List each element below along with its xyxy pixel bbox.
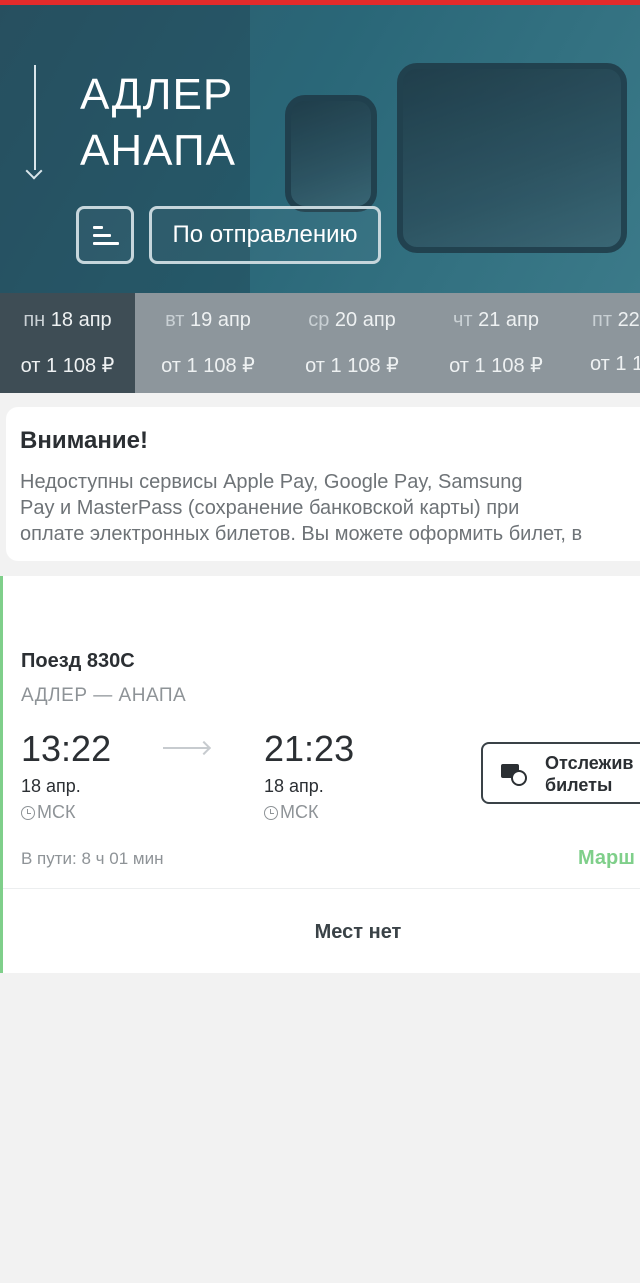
- track-label-line1: Отслежив: [545, 753, 634, 773]
- date-tab-3[interactable]: чт 21 апр от 1 108 ₽: [424, 293, 568, 393]
- train-card[interactable]: Поезд 830С АДЛЕР — АНАПА 13:22 21:23 18 …: [0, 576, 640, 973]
- date-weekday: ср: [308, 309, 330, 331]
- track-tickets-label: Отслежив билеты: [545, 752, 633, 796]
- sort-button[interactable]: [76, 206, 134, 264]
- route-header: АДЛЕР АНАПА По отправлению: [0, 5, 640, 293]
- notice-title: Внимание!: [20, 427, 148, 454]
- notice-line: оплате электронных билетов. Вы можете оф…: [20, 523, 583, 545]
- card-divider: [3, 888, 640, 889]
- date-tab-4[interactable]: пт 22 от 1 1: [568, 293, 640, 393]
- track-tickets-button[interactable]: Отслежив билеты: [481, 742, 640, 804]
- date-weekday: пт: [592, 309, 612, 331]
- date-price: от 1 108 ₽: [161, 355, 255, 377]
- track-label-line2: билеты: [545, 775, 613, 795]
- arrival-date: 18 апр.: [264, 776, 324, 796]
- notice-line: Pay и MasterPass (сохранение банковской …: [20, 497, 520, 519]
- train-route: АДЛЕР — АНАПА: [21, 685, 187, 706]
- clock-icon: [264, 806, 278, 820]
- ticket-clock-icon: [501, 762, 527, 786]
- departure-timezone-label: МСК: [37, 802, 76, 822]
- direction-arrow-icon: [34, 65, 36, 170]
- arrival-time: 21:23: [264, 728, 355, 769]
- from-station: АДЛЕР: [80, 70, 234, 119]
- route-link[interactable]: Марш: [578, 847, 635, 870]
- departure-time: 13:22: [21, 728, 112, 769]
- departure-date: 18 апр.: [21, 776, 81, 796]
- date-label: 20 апр: [334, 309, 396, 331]
- notice-line: Недоступны сервисы Apple Pay, Google Pay…: [20, 471, 523, 493]
- date-selector: пн 18 апр от 1 108 ₽ вт 19 апр от 1 108 …: [0, 293, 640, 393]
- clock-icon: [21, 806, 35, 820]
- arrival-timezone: МСК: [264, 802, 318, 823]
- arrow-right-icon: [163, 747, 209, 749]
- date-tab-0[interactable]: пн 18 апр от 1 108 ₽: [0, 293, 135, 393]
- to-station: АНАПА: [80, 126, 236, 175]
- date-price: от 1 108 ₽: [20, 355, 115, 377]
- date-price: от 1 1: [590, 353, 640, 375]
- background-train-window: [285, 95, 377, 212]
- date-tab-1[interactable]: вт 19 апр от 1 108 ₽: [136, 293, 280, 393]
- date-weekday: пн: [23, 309, 46, 331]
- notice-text: Недоступны сервисы Apple Pay, Google Pay…: [20, 469, 640, 547]
- date-weekday: чт: [452, 309, 473, 331]
- date-weekday: вт: [165, 309, 185, 331]
- date-label: 21 апр: [478, 309, 540, 331]
- date-price: от 1 108 ₽: [305, 355, 399, 377]
- date-label: 18 апр: [50, 309, 112, 331]
- travel-duration: В пути: 8 ч 01 мин: [21, 849, 164, 868]
- background-train-window: [397, 63, 627, 253]
- sort-by-departure-button[interactable]: По отправлению: [149, 206, 381, 264]
- warning-notice-card: Внимание! Недоступны сервисы Apple Pay, …: [6, 407, 640, 561]
- arrival-timezone-label: МСК: [280, 802, 319, 822]
- train-number: Поезд 830С: [21, 650, 135, 672]
- sort-icon: [93, 226, 119, 246]
- departure-timezone: МСК: [21, 802, 75, 823]
- date-label: 19 апр: [190, 309, 251, 331]
- no-seats-label: Мест нет: [314, 921, 402, 943]
- date-tab-2[interactable]: ср 20 апр от 1 108 ₽: [280, 293, 424, 393]
- date-price: от 1 108 ₽: [449, 355, 543, 377]
- date-label: 22: [617, 309, 640, 331]
